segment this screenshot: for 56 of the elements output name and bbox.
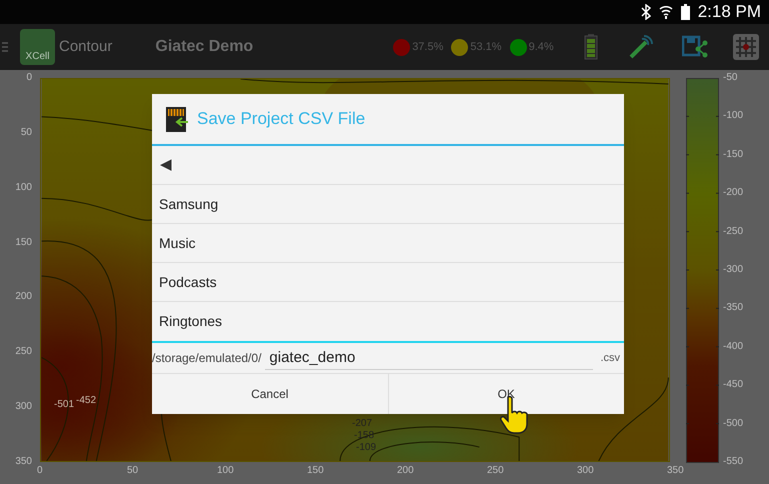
folder-item[interactable]: Podcasts bbox=[152, 263, 624, 302]
battery-icon bbox=[680, 4, 690, 20]
battery-level-icon[interactable] bbox=[584, 34, 598, 60]
percent-label: 53.1% bbox=[470, 40, 502, 55]
grid-icon[interactable] bbox=[732, 34, 759, 60]
axis-tick-label: 100 bbox=[217, 466, 234, 476]
folder-item[interactable]: Samsung bbox=[152, 185, 624, 224]
axis-tick-label: 0 bbox=[37, 466, 43, 476]
colorbar-tick-label: -100 bbox=[723, 111, 744, 122]
contour-label: -452 bbox=[76, 396, 96, 406]
axis-tick-label: 250 bbox=[487, 466, 504, 476]
bluetooth-icon bbox=[640, 4, 651, 20]
menu-icon[interactable] bbox=[2, 41, 8, 53]
colorbar-tick-label: -50 bbox=[723, 73, 738, 83]
colorbar-tick-label: -550 bbox=[723, 457, 744, 467]
axis-tick-label: 200 bbox=[397, 466, 414, 476]
folder-item[interactable]: Music bbox=[152, 224, 624, 263]
axis-tick-label: 350 bbox=[15, 457, 32, 467]
axis-tick-label: 300 bbox=[577, 466, 594, 476]
file-name-field[interactable]: giatec_demo bbox=[265, 346, 594, 370]
status-time: 2:18 PM bbox=[698, 1, 761, 24]
back-arrow[interactable]: ◀ bbox=[160, 154, 172, 176]
axis-tick-label: 150 bbox=[15, 238, 32, 248]
probe-icon[interactable] bbox=[628, 34, 654, 60]
colorbar-tick-label: -150 bbox=[723, 150, 744, 160]
path-label: /storage/emulated/0/ bbox=[152, 350, 262, 367]
axis-tick-label: 300 bbox=[15, 402, 32, 412]
colorbar-tick-label: -400 bbox=[723, 342, 744, 352]
axis-tick-label: 150 bbox=[307, 466, 324, 476]
percent-label: 9.4% bbox=[528, 40, 554, 55]
axis-tick-label: 50 bbox=[20, 128, 32, 138]
wifi-icon bbox=[658, 4, 673, 20]
colorbar-tick-label: -200 bbox=[723, 188, 744, 198]
colorbar-tick-label: -250 bbox=[723, 226, 744, 237]
colorbar-tick-label: -500 bbox=[723, 418, 744, 429]
dialog-button[interactable]: Cancel bbox=[152, 374, 388, 414]
axis-tick-label: 100 bbox=[15, 182, 32, 193]
contour-label: -501 bbox=[54, 400, 74, 410]
colorbar-tick-label: -300 bbox=[723, 265, 744, 275]
axis-tick-label: 0 bbox=[26, 73, 32, 83]
logo-background[interactable]: XCell bbox=[20, 29, 55, 65]
project-title: Giatec Demo bbox=[155, 37, 254, 57]
screen-title: Contour bbox=[59, 36, 112, 57]
axis-tick-label: 350 bbox=[667, 466, 684, 476]
logo-text: XCell bbox=[26, 52, 50, 62]
axis-tick-label: 250 bbox=[15, 347, 32, 358]
axis-tick-label: 200 bbox=[15, 292, 32, 302]
sd-card-icon bbox=[166, 106, 188, 132]
colorbar-tick-label: -350 bbox=[723, 303, 744, 314]
axis-tick-label: 50 bbox=[127, 466, 138, 476]
colorbar-tick-label: -450 bbox=[723, 380, 744, 390]
folder-item[interactable]: Ringtones bbox=[152, 302, 624, 341]
extension-label: .csv bbox=[600, 350, 620, 366]
dialog-title: Save Project CSV File bbox=[197, 108, 366, 130]
percent-label: 37.5% bbox=[412, 40, 444, 55]
save-share-icon[interactable] bbox=[682, 35, 708, 59]
